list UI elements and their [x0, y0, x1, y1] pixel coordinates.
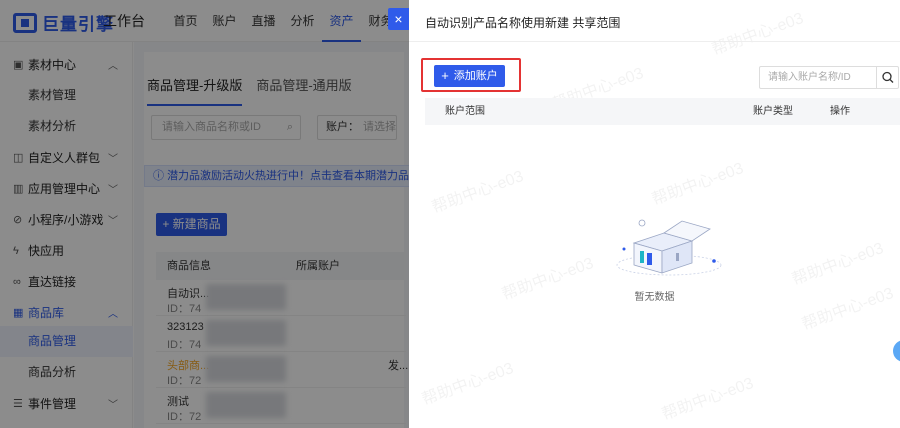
watermark: 帮助中心-e03: [429, 167, 526, 217]
account-table-header: 账户范围 账户类型 操作: [425, 98, 900, 125]
floating-helper-icon[interactable]: [893, 340, 900, 362]
watermark: 帮助中心-e03: [789, 239, 886, 289]
watermark: 帮助中心-e03: [419, 359, 516, 409]
col-account-scope: 账户范围: [445, 106, 485, 117]
empty-state-text: 暂无数据: [634, 292, 675, 303]
modal-mask[interactable]: [0, 0, 409, 428]
account-search-input[interactable]: [760, 67, 870, 88]
empty-box-illustration: [616, 219, 722, 276]
plus-icon: +: [441, 68, 449, 83]
account-search: [759, 66, 899, 89]
col-operation: 操作: [830, 106, 850, 117]
search-icon: [882, 71, 894, 83]
share-scope-drawer: 帮助中心-e03 帮助中心-e03 帮助中心-e03 帮助中心-e03 帮助中心…: [409, 0, 900, 428]
watermark: 帮助中心-e03: [709, 9, 806, 59]
drawer-title: 自动识别产品名称使用新建 共享范围: [425, 16, 621, 30]
col-account-type: 账户类型: [753, 106, 793, 117]
divider: [409, 41, 900, 42]
add-account-button[interactable]: + 添加账户: [434, 65, 505, 87]
close-drawer-button[interactable]: ×: [388, 8, 409, 30]
watermark: 帮助中心-e03: [649, 159, 746, 209]
watermark: 帮助中心-e03: [659, 374, 756, 424]
search-button[interactable]: [876, 67, 898, 88]
